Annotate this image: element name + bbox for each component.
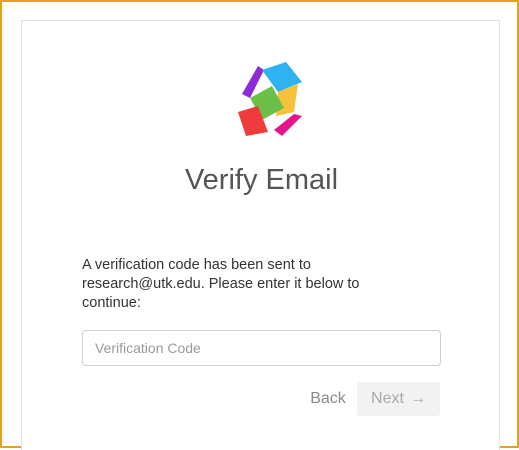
window-frame: Verify Email A verification code has bee…: [0, 0, 519, 450]
arrow-right-icon: →: [409, 390, 426, 407]
verification-code-input[interactable]: [82, 330, 441, 366]
verification-message: A verification code has been sent to res…: [82, 256, 442, 313]
back-button[interactable]: Back: [302, 382, 354, 416]
next-button[interactable]: Next →: [357, 382, 440, 416]
message-line: continue:: [82, 295, 141, 311]
next-button-label: Next: [371, 390, 404, 407]
message-line: research@utk.edu. Please enter it below …: [82, 276, 360, 292]
app-logo-icon: [238, 62, 302, 136]
message-line: A verification code has been sent to: [82, 257, 311, 273]
page-title: Verify Email: [184, 164, 339, 196]
